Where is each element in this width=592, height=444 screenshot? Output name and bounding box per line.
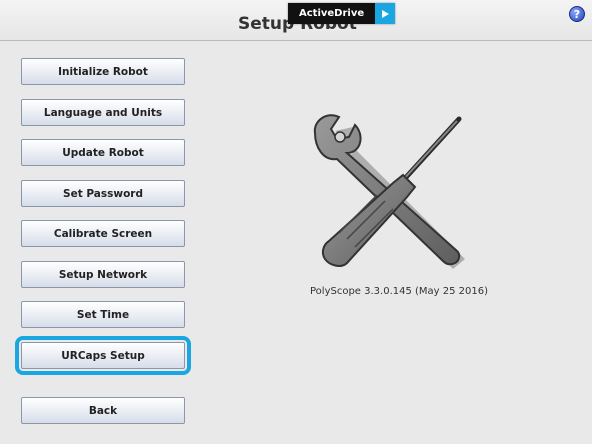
version-label: PolyScope 3.3.0.145 (May 25 2016) xyxy=(310,286,489,297)
active-drive-toggle[interactable] xyxy=(375,3,396,24)
set-time-button[interactable]: Set Time xyxy=(21,301,185,328)
language-and-units-button[interactable]: Language and Units xyxy=(21,99,185,126)
help-icon[interactable]: ? xyxy=(569,6,585,22)
calibrate-screen-button[interactable]: Calibrate Screen xyxy=(21,220,185,247)
active-drive-tab[interactable]: ActiveDrive xyxy=(288,3,396,24)
initialize-robot-button[interactable]: Initialize Robot xyxy=(21,58,185,85)
back-button[interactable]: Back xyxy=(21,397,185,424)
set-password-button[interactable]: Set Password xyxy=(21,180,185,207)
play-arrow-icon xyxy=(382,9,390,18)
update-robot-button[interactable]: Update Robot xyxy=(21,139,185,166)
header-bar: Setup Robot ActiveDrive ? xyxy=(0,0,592,41)
urcaps-setup-button[interactable]: URCaps Setup xyxy=(15,336,191,375)
setup-network-button[interactable]: Setup Network xyxy=(21,261,185,288)
active-drive-label: ActiveDrive xyxy=(288,3,376,24)
wrench-screwdriver-icon xyxy=(313,114,465,269)
